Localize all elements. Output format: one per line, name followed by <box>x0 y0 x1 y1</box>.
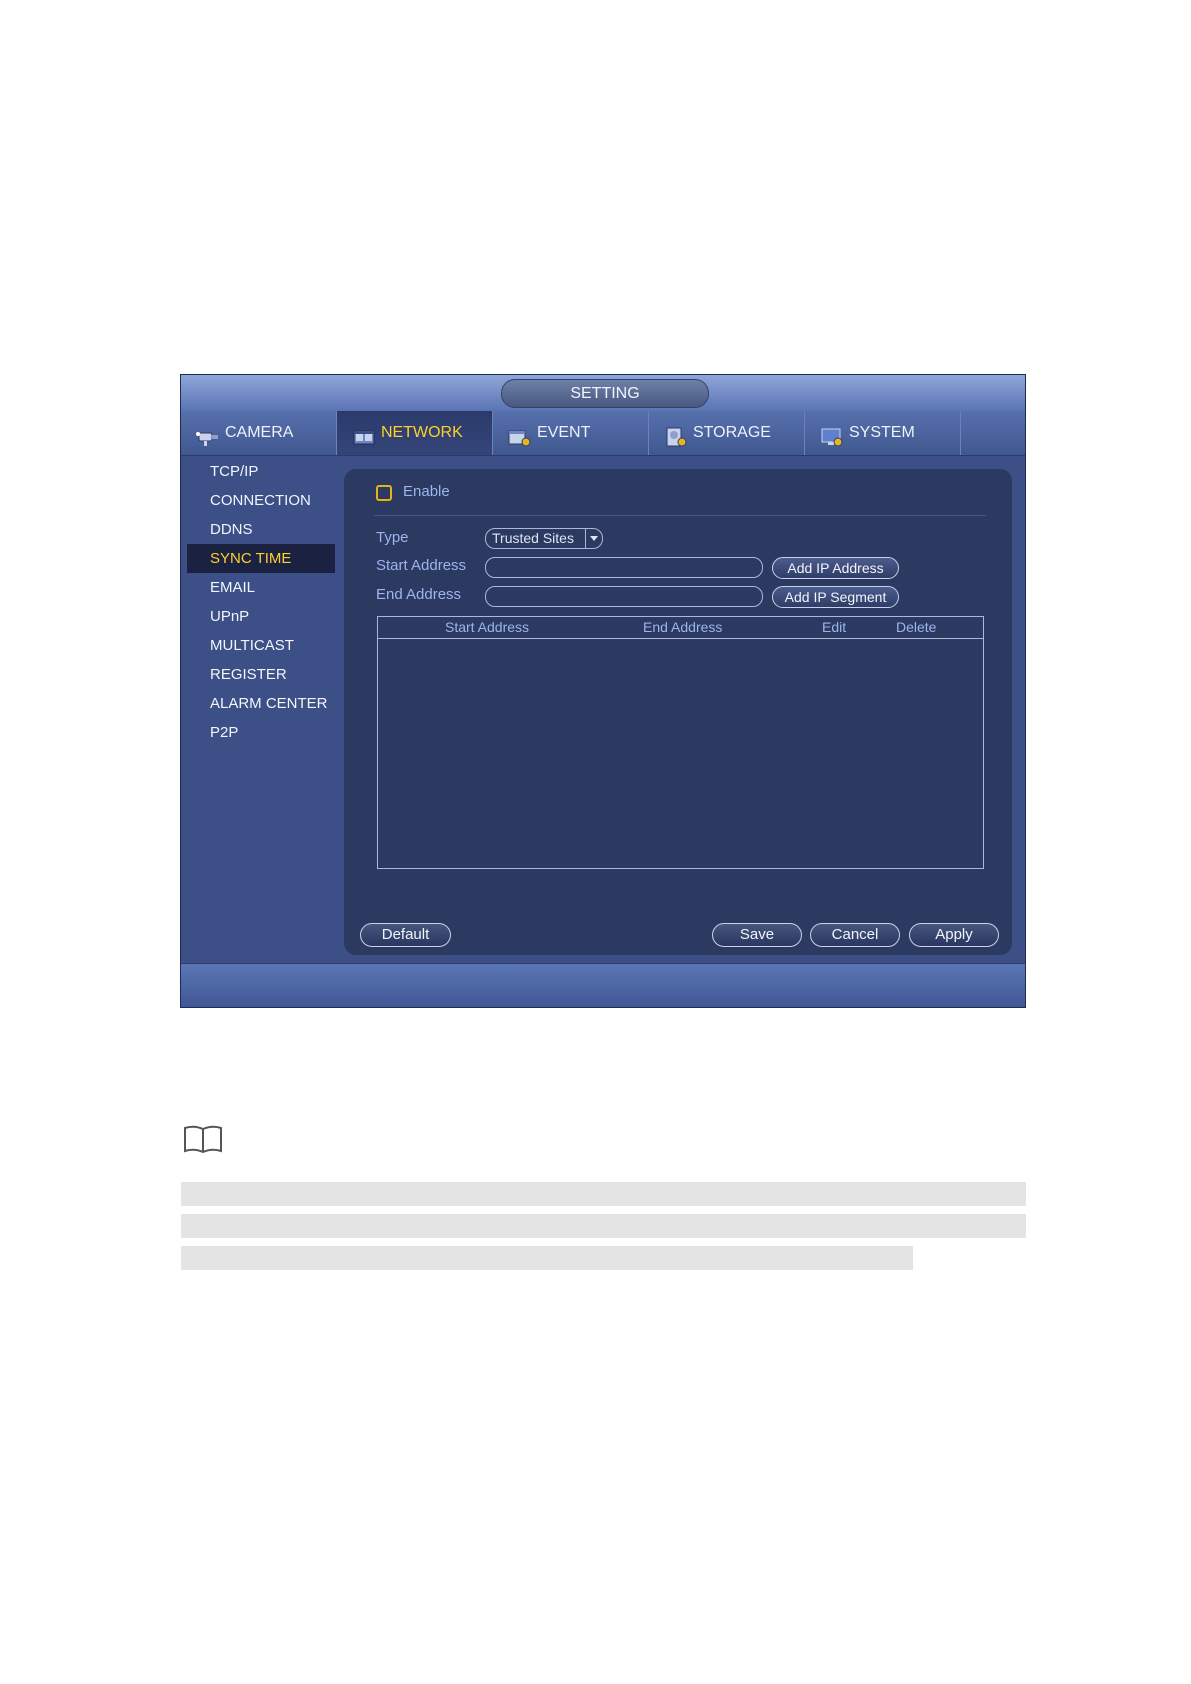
system-icon <box>819 422 845 447</box>
tab-network[interactable]: NETWORK <box>337 411 493 455</box>
add-ip-address-button[interactable]: Add IP Address <box>772 557 899 579</box>
book-icon <box>182 1124 224 1156</box>
apply-button[interactable]: Apply <box>909 923 999 947</box>
redacted-text-line <box>181 1246 913 1270</box>
window-title: SETTING <box>501 379 709 408</box>
sidebar-item-register[interactable]: REGISTER <box>187 660 335 689</box>
storage-icon <box>663 422 689 447</box>
sidebar-item-alarm-center[interactable]: ALARM CENTER <box>187 689 335 718</box>
cancel-button[interactable]: Cancel <box>810 923 900 947</box>
redacted-text-line <box>181 1214 1026 1238</box>
save-button[interactable]: Save <box>712 923 802 947</box>
sidebar-item-ddns[interactable]: DDNS <box>187 515 335 544</box>
redacted-text-line <box>181 1182 1026 1206</box>
sidebar-item-sync-time[interactable]: SYNC TIME <box>187 544 335 573</box>
sidebar-item-tcpip[interactable]: TCP/IP <box>187 457 335 486</box>
column-start-address: Start Address <box>445 619 530 635</box>
chevron-down-icon[interactable] <box>585 529 602 548</box>
sidebar-item-connection[interactable]: CONNECTION <box>187 486 335 515</box>
title-bar: SETTING <box>181 375 1025 411</box>
start-address-label: Start Address <box>376 557 467 574</box>
start-address-input[interactable] <box>485 557 763 578</box>
type-select[interactable]: Trusted Sites <box>485 528 603 549</box>
end-address-label: End Address <box>376 586 462 603</box>
sidebar-item-multicast[interactable]: MULTICAST <box>187 631 335 660</box>
camera-icon <box>195 422 221 446</box>
enable-checkbox[interactable] <box>376 485 392 501</box>
sidebar-item-email[interactable]: EMAIL <box>187 573 335 602</box>
event-icon <box>507 422 533 447</box>
status-bar <box>181 963 1025 1007</box>
column-delete: Delete <box>896 619 937 635</box>
tab-storage[interactable]: STORAGE <box>649 411 805 455</box>
default-button[interactable]: Default <box>360 923 451 947</box>
sidebar-item-p2p[interactable]: P2P <box>187 718 335 747</box>
network-icon <box>351 422 377 445</box>
address-table: Start Address End Address Edit Delete <box>377 616 984 869</box>
sidebar-item-upnp[interactable]: UPnP <box>187 602 335 631</box>
content-panel: Enable Type Trusted Sites Start Address … <box>344 469 1012 955</box>
tab-event[interactable]: EVENT <box>493 411 649 455</box>
settings-window: SETTING CAMERA NETWORK EVENT STORAGE SYS… <box>180 374 1026 1008</box>
column-edit: Edit <box>822 619 847 635</box>
type-label: Type <box>376 529 409 546</box>
tab-system[interactable]: SYSTEM <box>805 411 961 455</box>
enable-label: Enable <box>403 483 450 500</box>
sidebar-menu: TCP/IP CONNECTION DDNS SYNC TIME EMAIL U… <box>181 457 341 747</box>
column-end-address: End Address <box>643 619 723 635</box>
tab-camera[interactable]: CAMERA <box>181 411 337 455</box>
end-address-input[interactable] <box>485 586 763 607</box>
add-ip-segment-button[interactable]: Add IP Segment <box>772 586 899 608</box>
divider <box>374 515 986 516</box>
type-select-value: Trusted Sites <box>492 530 574 546</box>
table-header: Start Address End Address Edit Delete <box>378 617 983 639</box>
main-tabs: CAMERA NETWORK EVENT STORAGE SYSTEM <box>181 411 1025 456</box>
